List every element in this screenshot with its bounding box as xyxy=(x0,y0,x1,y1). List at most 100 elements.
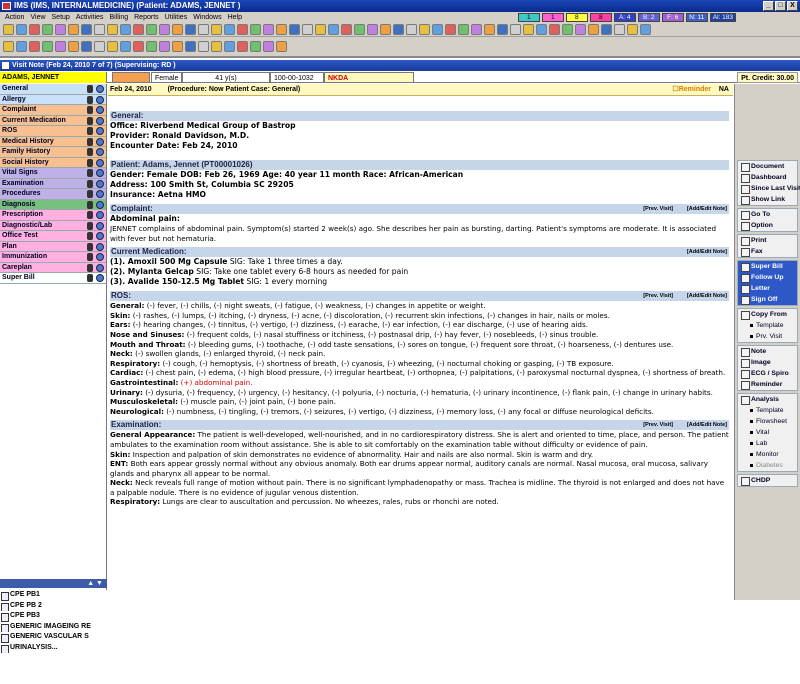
toolbar-button-icon[interactable] xyxy=(159,41,170,52)
toolbar-button-icon[interactable] xyxy=(211,41,222,52)
menu-billing[interactable]: Billing xyxy=(106,14,131,21)
quick-status-button[interactable]: 8 xyxy=(565,13,588,22)
action-follow-up-button[interactable]: Follow Up xyxy=(738,272,797,283)
sidebar-item-medical-history[interactable]: Medical History xyxy=(0,136,106,147)
patient-nav-icons[interactable] xyxy=(112,72,150,83)
toolbar-button-icon[interactable] xyxy=(146,24,157,35)
toolbar-button-icon[interactable] xyxy=(575,24,586,35)
info-icon[interactable] xyxy=(96,169,104,177)
toolbar-button-icon[interactable] xyxy=(107,24,118,35)
problem-list-item[interactable]: CPE PB3 xyxy=(0,611,107,622)
quick-status-button[interactable]: F: 6 xyxy=(661,13,684,22)
quick-status-button[interactable]: N: 11 xyxy=(685,13,708,22)
action-super-bill-button[interactable]: Super Bill xyxy=(738,261,797,272)
toolbar-button-icon[interactable] xyxy=(94,41,105,52)
menu-reports[interactable]: Reports xyxy=(131,14,162,21)
quick-status-button[interactable]: Al: 183 xyxy=(709,13,736,22)
toolbar-button-icon[interactable] xyxy=(185,24,196,35)
toolbar-button-icon[interactable] xyxy=(419,24,430,35)
toolbar-button-icon[interactable] xyxy=(237,41,248,52)
toolbar-button-icon[interactable] xyxy=(263,41,274,52)
toolbar-button-icon[interactable] xyxy=(484,24,495,35)
prev-visit-link[interactable]: [Prev. Visit] xyxy=(643,420,673,430)
toolbar-button-icon[interactable] xyxy=(133,41,144,52)
info-icon[interactable] xyxy=(96,158,104,167)
toolbar-button-icon[interactable] xyxy=(588,24,599,35)
action-since-last-visit-button[interactable]: Since Last Visit xyxy=(738,183,800,194)
toolbar-button-icon[interactable] xyxy=(354,24,365,35)
action-sub-flowsheet[interactable]: Flowsheet xyxy=(738,416,797,427)
action-sub-vital[interactable]: Vital xyxy=(738,427,797,438)
pen-icon[interactable] xyxy=(87,137,93,146)
sidebar-item-allergy[interactable]: Allergy xyxy=(0,94,106,105)
toolbar-button-icon[interactable] xyxy=(276,24,287,35)
toolbar-button-icon[interactable] xyxy=(185,41,196,52)
action-show-link-button[interactable]: Show Link xyxy=(738,194,797,205)
toolbar-button-icon[interactable] xyxy=(29,24,40,35)
toolbar-button-icon[interactable] xyxy=(16,24,27,35)
add-edit-note-link[interactable]: [Add/Edit Note] xyxy=(687,291,727,301)
toolbar-button-icon[interactable] xyxy=(289,24,300,35)
prev-visit-link[interactable]: [Prev. Visit] xyxy=(643,291,673,301)
sidebar-item-office-test[interactable]: Office Test xyxy=(0,231,106,242)
toolbar-button-icon[interactable] xyxy=(3,24,14,35)
sidebar-item-family-history[interactable]: Family History xyxy=(0,147,106,158)
toolbar-button-icon[interactable] xyxy=(276,41,287,52)
toolbar-button-icon[interactable] xyxy=(172,24,183,35)
toolbar-button-icon[interactable] xyxy=(198,41,209,52)
toolbar-button-icon[interactable] xyxy=(328,24,339,35)
sidebar-item-complaint[interactable]: Complaint xyxy=(0,105,106,116)
toolbar-button-icon[interactable] xyxy=(55,24,66,35)
action-print-button[interactable]: Print xyxy=(738,235,797,246)
menu-activities[interactable]: Activities xyxy=(73,14,107,21)
add-edit-note-link[interactable]: [Add/Edit Note] xyxy=(687,420,727,430)
action-option-button[interactable]: Option xyxy=(738,220,797,231)
toolbar-button-icon[interactable] xyxy=(68,24,79,35)
prev-visit-link[interactable]: [Prev. Visit] xyxy=(643,204,673,214)
action-sign-off-button[interactable]: Sign Off xyxy=(738,294,797,305)
info-icon[interactable] xyxy=(96,242,104,251)
pen-icon[interactable] xyxy=(87,253,93,261)
sidebar-item-super-bill[interactable]: Super Bill xyxy=(0,273,106,284)
info-icon[interactable] xyxy=(96,179,104,188)
action-image-button[interactable]: Image xyxy=(738,357,797,368)
toolbar-button-icon[interactable] xyxy=(211,24,222,35)
maximize-button[interactable]: □ xyxy=(775,1,786,11)
sidebar-item-diagnostic-lab[interactable]: Diagnostic/Lab xyxy=(0,220,106,231)
pen-icon[interactable] xyxy=(87,127,93,135)
sidebar-item-procedures[interactable]: Procedures xyxy=(0,189,106,200)
toolbar-button-icon[interactable] xyxy=(29,41,40,52)
reminder-link[interactable]: ☐Reminder xyxy=(672,84,711,96)
quick-status-button[interactable]: 8 xyxy=(589,13,612,22)
toolbar-button-icon[interactable] xyxy=(159,24,170,35)
action-dashboard-button[interactable]: Dashboard xyxy=(738,172,797,183)
toolbar-button-icon[interactable] xyxy=(107,41,118,52)
pen-icon[interactable] xyxy=(87,116,93,125)
toolbar-button-icon[interactable] xyxy=(536,24,547,35)
toolbar-button-icon[interactable] xyxy=(523,24,534,35)
toolbar-button-icon[interactable] xyxy=(627,24,638,35)
quick-status-button[interactable]: 1 xyxy=(541,13,564,22)
toolbar-button-icon[interactable] xyxy=(55,41,66,52)
action-sub-template[interactable]: Template xyxy=(738,320,797,331)
menu-action[interactable]: Action xyxy=(2,14,27,21)
sidebar-item-current-medication[interactable]: Current Medication xyxy=(0,115,106,126)
quick-status-button[interactable]: B: 2 xyxy=(637,13,660,22)
toolbar-button-icon[interactable] xyxy=(510,24,521,35)
sidebar-item-examination[interactable]: Examination xyxy=(0,178,106,189)
toolbar-button-icon[interactable] xyxy=(250,24,261,35)
toolbar-button-icon[interactable] xyxy=(250,41,261,52)
action-sub-lab[interactable]: Lab xyxy=(738,438,797,449)
toolbar-button-icon[interactable] xyxy=(263,24,274,35)
info-icon[interactable] xyxy=(96,232,104,240)
toolbar-button-icon[interactable] xyxy=(471,24,482,35)
toolbar-button-icon[interactable] xyxy=(3,41,14,52)
toolbar-button-icon[interactable] xyxy=(640,24,651,35)
sidebar-item-vital-signs[interactable]: Vital Signs xyxy=(0,168,106,179)
sidebar-item-careplan[interactable]: Careplan xyxy=(0,262,106,273)
toolbar-button-icon[interactable] xyxy=(367,24,378,35)
action-sub-prv-visit[interactable]: Prv. Visit xyxy=(738,331,797,342)
toolbar-button-icon[interactable] xyxy=(406,24,417,35)
action-note-button[interactable]: Note xyxy=(738,346,797,357)
action-document-button[interactable]: Document xyxy=(738,161,797,172)
